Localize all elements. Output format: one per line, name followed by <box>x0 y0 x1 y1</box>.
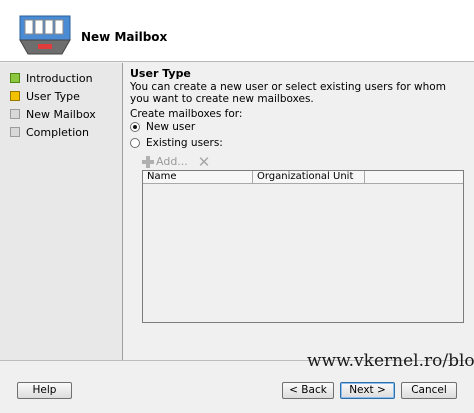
users-toolbar: Add... ✕ <box>142 154 211 169</box>
existing-users-radio[interactable]: Existing users: <box>130 137 223 149</box>
step-user-type[interactable]: User Type <box>10 89 80 103</box>
watermark-text: www.vkernel.ro/blog <box>307 351 474 371</box>
mailbox-wizard-icon <box>19 15 71 55</box>
back-button[interactable]: < Back <box>282 382 334 399</box>
page-title: New Mailbox <box>81 30 168 44</box>
next-button[interactable]: Next > <box>340 382 395 399</box>
add-label: Add... <box>156 155 188 168</box>
step-label: Introduction <box>26 71 93 85</box>
step-current-icon <box>10 91 20 101</box>
add-icon <box>142 155 154 168</box>
help-button[interactable]: Help <box>17 382 72 399</box>
radio-selected-icon <box>130 122 140 132</box>
step-label: New Mailbox <box>26 107 96 121</box>
radio-label: New user <box>146 121 196 133</box>
radio-unselected-icon <box>130 138 140 148</box>
step-completion[interactable]: Completion <box>10 125 89 139</box>
column-name[interactable]: Name <box>143 171 253 183</box>
description-text: You can create a new user or select exis… <box>130 81 446 105</box>
step-label: Completion <box>26 125 90 139</box>
step-pending-icon <box>10 127 20 137</box>
users-grid[interactable]: Name Organizational Unit <box>142 170 464 323</box>
grid-header: Name Organizational Unit <box>143 171 463 184</box>
step-label: User Type <box>26 89 80 103</box>
wizard-steps: Introduction User Type New Mailbox Compl… <box>0 63 123 360</box>
remove-x-icon[interactable]: ✕ <box>198 154 211 169</box>
step-introduction[interactable]: Introduction <box>10 71 93 85</box>
radio-label: Existing users: <box>146 137 223 149</box>
column-extra <box>365 171 463 183</box>
section-title: User Type <box>130 67 191 80</box>
main-panel: User Type You can create a new user or s… <box>124 63 474 360</box>
step-pending-icon <box>10 109 20 119</box>
add-button[interactable]: Add... <box>142 155 188 168</box>
wizard-header: New Mailbox <box>0 0 474 62</box>
column-organizational-unit[interactable]: Organizational Unit <box>253 171 365 183</box>
wizard-footer: www.vkernel.ro/blog Help < Back Next > C… <box>0 351 474 413</box>
create-mailboxes-label: Create mailboxes for: <box>130 108 243 120</box>
new-user-radio[interactable]: New user <box>130 121 195 133</box>
cancel-button[interactable]: Cancel <box>401 382 457 399</box>
step-complete-icon <box>10 73 20 83</box>
step-new-mailbox[interactable]: New Mailbox <box>10 107 96 121</box>
